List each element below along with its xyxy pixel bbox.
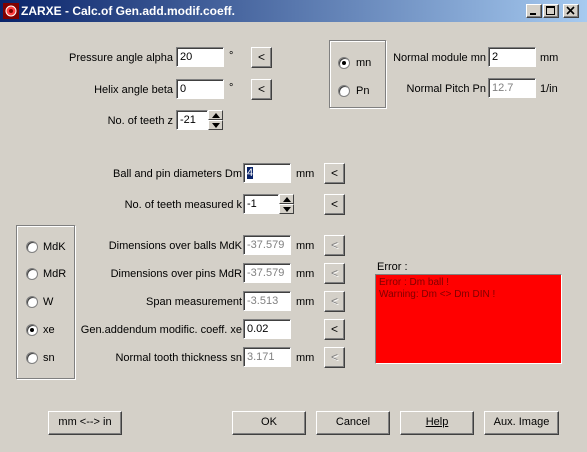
arrow-down-icon xyxy=(283,207,291,212)
normal-module-unit: mm xyxy=(540,52,559,64)
pressure-angle-label: Pressure angle alpha xyxy=(69,52,173,64)
result-mdr-unit: mm xyxy=(296,268,315,280)
result-mdk-field[interactable]: -37.579 xyxy=(243,235,291,255)
radio-pn[interactable] xyxy=(338,85,350,97)
spin-up-button[interactable] xyxy=(208,110,223,120)
aux-image-button[interactable]: Aux. Image xyxy=(484,411,559,435)
radio-mn-label: mn xyxy=(356,57,372,69)
pressure-angle-field[interactable]: 20 xyxy=(176,47,224,67)
result-mdr-label: Dimensions over pins MdR xyxy=(110,268,242,280)
teeth-measured-field[interactable]: -1 xyxy=(243,194,279,214)
result-sn-unit: mm xyxy=(296,352,315,364)
units-toggle-button[interactable]: mm <--> in xyxy=(48,411,122,435)
result-span-label: Span measurement xyxy=(146,296,242,308)
radio-mdr[interactable] xyxy=(26,268,38,280)
pressure-angle-unit: ° xyxy=(229,50,234,62)
result-span-field[interactable]: -3.513 xyxy=(243,291,291,311)
teeth-measured-label: No. of teeth measured k xyxy=(124,199,242,211)
teeth-count-label: No. of teeth z xyxy=(107,115,173,127)
radio-mdk-label: MdK xyxy=(43,241,66,253)
teeth-count-field[interactable]: -21 xyxy=(176,110,208,130)
result-mdk-label: Dimensions over balls MdK xyxy=(108,240,242,252)
teeth-measured-spinner[interactable] xyxy=(279,194,294,214)
pressure-angle-pick-button[interactable]: < xyxy=(251,47,272,68)
result-mdr-pick-button[interactable]: < xyxy=(324,263,345,284)
helix-angle-field[interactable]: 0 xyxy=(176,79,224,99)
minimize-button[interactable] xyxy=(526,4,542,18)
maximize-icon xyxy=(546,6,555,15)
help-button-label: Help xyxy=(425,416,449,428)
result-span-unit: mm xyxy=(296,296,315,308)
helix-angle-unit: ° xyxy=(229,82,234,94)
radio-xe-label: xe xyxy=(43,324,55,336)
radio-pn-label: Pn xyxy=(356,85,370,97)
normal-module-field[interactable]: 2 xyxy=(488,47,536,67)
warning-line: Warning: Dm <> Dm DIN ! xyxy=(379,289,496,300)
result-sn-field[interactable]: 3.171 xyxy=(243,347,291,367)
close-button[interactable] xyxy=(563,4,579,18)
ball-pin-value: 4 xyxy=(247,167,254,179)
radio-dot xyxy=(30,328,34,332)
normal-module-label: Normal module mn xyxy=(393,52,486,64)
ball-pin-unit: mm xyxy=(296,168,315,180)
radio-mn[interactable] xyxy=(338,57,350,69)
spin-up-button[interactable] xyxy=(279,194,294,204)
result-mdr-field[interactable]: -37.579 xyxy=(243,263,291,283)
ball-pin-field[interactable]: 4 xyxy=(243,163,291,183)
normal-pitch-unit: 1/in xyxy=(540,83,558,95)
result-xe-field[interactable]: 0.02 xyxy=(243,319,291,339)
gear-zarxe-icon xyxy=(3,3,19,19)
maximize-button[interactable] xyxy=(543,4,559,18)
ok-button[interactable]: OK xyxy=(232,411,306,435)
minimize-icon xyxy=(530,13,536,15)
radio-w-label: W xyxy=(43,296,54,308)
normal-pitch-label: Normal Pitch Pn xyxy=(406,83,486,95)
normal-pitch-field[interactable]: 12.7 xyxy=(488,78,536,98)
result-span-pick-button[interactable]: < xyxy=(324,291,345,312)
window-title: ZARXE - Calc.of Gen.add.modif.coeff. xyxy=(21,4,236,18)
help-button[interactable]: Help xyxy=(400,411,474,435)
result-mdk-pick-button[interactable]: < xyxy=(324,235,345,256)
spin-down-button[interactable] xyxy=(279,204,294,214)
result-xe-pick-button[interactable]: < xyxy=(324,319,345,340)
arrow-down-icon xyxy=(212,123,220,128)
result-mdk-unit: mm xyxy=(296,240,315,252)
close-icon xyxy=(566,6,575,15)
radio-sn[interactable] xyxy=(26,352,38,364)
spin-down-button[interactable] xyxy=(208,120,223,130)
result-sn-pick-button[interactable]: < xyxy=(324,347,345,368)
radio-mdk[interactable] xyxy=(26,241,38,253)
result-sn-label: Normal tooth thickness sn xyxy=(115,352,242,364)
radio-dot xyxy=(342,61,346,65)
arrow-up-icon xyxy=(283,197,291,202)
ball-pin-pick-button[interactable]: < xyxy=(324,163,345,184)
title-bar[interactable]: ZARXE - Calc.of Gen.add.modif.coeff. xyxy=(0,0,587,22)
radio-w[interactable] xyxy=(26,296,38,308)
error-line: Error : Dm ball ! xyxy=(379,277,450,288)
helix-angle-label: Helix angle beta xyxy=(94,84,173,96)
teeth-count-spinner[interactable] xyxy=(208,110,223,130)
ball-pin-label: Ball and pin diameters Dm xyxy=(112,168,242,180)
arrow-up-icon xyxy=(212,113,220,118)
radio-mdr-label: MdR xyxy=(43,268,67,280)
teeth-measured-pick-button[interactable]: < xyxy=(324,194,345,215)
zarxe-dialog: ZARXE - Calc.of Gen.add.modif.coeff. Pre… xyxy=(0,0,587,452)
cancel-button[interactable]: Cancel xyxy=(316,411,390,435)
error-message-box: Error : Dm ball ! Warning: Dm <> Dm DIN … xyxy=(375,274,562,364)
radio-sn-label: sn xyxy=(43,352,55,364)
error-label: Error : xyxy=(377,261,408,273)
helix-angle-pick-button[interactable]: < xyxy=(251,79,272,100)
radio-xe[interactable] xyxy=(26,324,38,336)
result-xe-label: Gen.addendum modific. coeff. xe xyxy=(80,324,242,336)
